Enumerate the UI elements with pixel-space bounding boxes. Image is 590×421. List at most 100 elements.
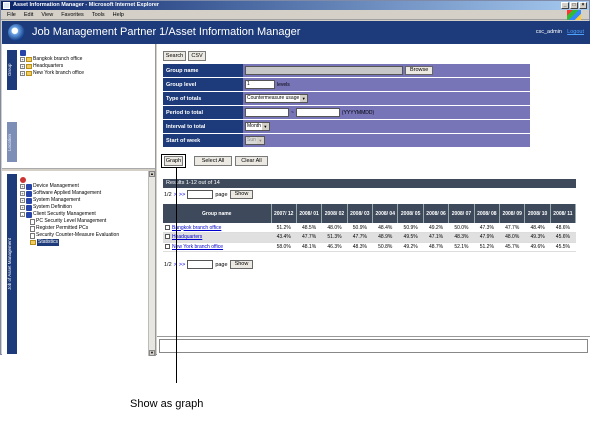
tab-group[interactable]: Group bbox=[7, 50, 17, 90]
period-header: 2008/ 11 bbox=[550, 204, 577, 223]
expand-icon[interactable]: + bbox=[20, 184, 25, 189]
menu-edit[interactable]: Edit bbox=[24, 10, 33, 19]
search-button[interactable]: Search bbox=[163, 51, 186, 61]
tree-item[interactable]: Security Counter-Measure Evaluation bbox=[20, 232, 119, 239]
period-format-hint: (YYYYMMDD) bbox=[341, 109, 375, 116]
tree-item[interactable]: + New York branch office bbox=[20, 70, 84, 77]
tree-label: PC Security Level Management bbox=[36, 218, 107, 224]
expand-icon[interactable]: + bbox=[20, 64, 25, 69]
select-all-button[interactable]: Select All bbox=[194, 156, 232, 166]
graph-button[interactable]: Graph bbox=[164, 156, 183, 166]
windows-logo-icon bbox=[567, 10, 581, 20]
browser-window: Asset Information Manager - Microsoft In… bbox=[0, 0, 590, 356]
expand-icon[interactable]: - bbox=[20, 212, 25, 217]
tree-item[interactable]: + Bangkok branch office bbox=[20, 56, 84, 63]
expand-icon[interactable]: + bbox=[20, 205, 25, 210]
period-label: Period to total bbox=[163, 106, 243, 119]
value-cell: 45.5% bbox=[550, 242, 576, 252]
callout-line bbox=[176, 168, 177, 383]
tab-job-asset-management[interactable]: Job of Asset Management bbox=[7, 174, 17, 354]
value-cell: 45.6% bbox=[550, 232, 576, 243]
value-cell: 51.2% bbox=[271, 223, 297, 233]
expand-icon[interactable]: + bbox=[20, 57, 25, 62]
page-input[interactable] bbox=[187, 260, 214, 269]
menu-favorites[interactable]: Favorites bbox=[61, 10, 84, 19]
interval-select[interactable]: Month bbox=[245, 122, 270, 131]
pager-bottom: 1/2 > >> page Show bbox=[164, 260, 254, 269]
maximize-button[interactable]: □ bbox=[570, 2, 578, 9]
table-row: New York branch office 58.0% 48.1% 46.3% 48.… bbox=[163, 242, 576, 252]
callout-label: Show as graph bbox=[130, 398, 204, 410]
vertical-scrollbar[interactable]: ▲ ▼ bbox=[148, 171, 155, 356]
tree-item[interactable]: + Software Applied Management bbox=[20, 190, 119, 197]
value-cell: 48.4% bbox=[372, 223, 398, 233]
value-cell: 58.0% bbox=[271, 242, 297, 252]
group-link[interactable]: Bangkok branch office bbox=[172, 225, 221, 231]
tree-item[interactable]: Statistics bbox=[20, 239, 119, 246]
period-end-input[interactable] bbox=[295, 108, 340, 117]
value-cell: 52.1% bbox=[448, 242, 475, 252]
page-label: page bbox=[215, 191, 228, 198]
row-checkbox[interactable] bbox=[165, 224, 170, 230]
tab-location[interactable]: Location bbox=[7, 122, 17, 162]
tree-item[interactable]: Register Permitted PCs bbox=[20, 225, 119, 232]
type-of-totals-label: Type of totals bbox=[163, 92, 243, 105]
period-header: 2008/ 02 bbox=[321, 204, 348, 223]
group-name-field bbox=[245, 66, 403, 75]
tree-label: New York branch office bbox=[33, 70, 85, 76]
value-cell: 50.9% bbox=[397, 223, 424, 233]
tree-item[interactable]: + Headquarters bbox=[20, 63, 84, 70]
period-header: 2008/ 05 bbox=[397, 204, 424, 223]
logout-link[interactable]: Logout bbox=[567, 29, 584, 35]
show-button[interactable]: Show bbox=[229, 260, 254, 269]
document-icon bbox=[30, 225, 35, 232]
menu-help[interactable]: Help bbox=[113, 10, 124, 19]
results-summary: Results 1-12 out of 14 bbox=[163, 179, 576, 188]
clear-all-button[interactable]: Clear All bbox=[235, 156, 268, 166]
row-checkbox[interactable] bbox=[165, 234, 170, 240]
csv-button[interactable]: CSV bbox=[188, 51, 206, 61]
value-cell: 51.3% bbox=[321, 232, 348, 243]
tree-item[interactable]: - Client Security Management bbox=[20, 211, 119, 218]
menu-file[interactable]: File bbox=[7, 10, 16, 19]
menu-view[interactable]: View bbox=[41, 10, 53, 19]
scroll-up-arrow[interactable]: ▲ bbox=[149, 171, 155, 177]
tree-item[interactable]: PC Security Level Management bbox=[20, 218, 119, 225]
minimize-button[interactable]: _ bbox=[561, 2, 569, 9]
group-level-input[interactable]: 1 bbox=[245, 80, 275, 89]
page-input[interactable] bbox=[187, 190, 214, 199]
type-of-totals-select[interactable]: Countermeasure usage bbox=[245, 94, 309, 103]
table-row: Headquarters 43.4% 47.7% 51.3% 47.7% 48.9% 49.… bbox=[163, 232, 576, 243]
close-button[interactable]: × bbox=[579, 2, 587, 9]
app-header: Job Management Partner 1/Asset Informati… bbox=[2, 21, 590, 44]
group-name-header: Group name bbox=[163, 204, 272, 223]
tree-item[interactable]: + Device Management bbox=[20, 183, 119, 190]
interval-label: Interval to total bbox=[163, 120, 243, 133]
group-level-label: Group level bbox=[163, 78, 243, 91]
show-button[interactable]: Show bbox=[229, 190, 254, 199]
value-cell: 49.2% bbox=[423, 223, 449, 233]
tree-label: Software Applied Management bbox=[33, 190, 102, 196]
last-page-link[interactable]: >> bbox=[179, 192, 185, 198]
period-header: 2007/ 12 bbox=[271, 204, 297, 223]
period-start-input[interactable] bbox=[245, 108, 289, 117]
tree-label: Bangkok branch office bbox=[33, 56, 83, 62]
search-form: Group name Browse Group level 1 levels T… bbox=[163, 64, 530, 148]
value-cell: 48.0% bbox=[499, 232, 525, 243]
menu-tools[interactable]: Tools bbox=[92, 10, 105, 19]
last-page-link[interactable]: >> bbox=[179, 262, 185, 268]
group-link[interactable]: New York branch office bbox=[172, 244, 223, 250]
tree-item[interactable]: + System Definition bbox=[20, 204, 119, 211]
root-job-icon bbox=[20, 177, 26, 183]
pane-splitter[interactable] bbox=[2, 168, 155, 171]
period-header: 2008/ 06 bbox=[423, 204, 450, 223]
period-header: 2008/ 04 bbox=[372, 204, 399, 223]
scroll-down-arrow[interactable]: ▼ bbox=[149, 350, 155, 356]
browse-button[interactable]: Browse bbox=[405, 66, 434, 75]
row-checkbox[interactable] bbox=[165, 243, 170, 249]
expand-icon[interactable]: + bbox=[20, 71, 25, 76]
value-cell: 48.6% bbox=[550, 223, 576, 233]
tree-item[interactable]: + System Management bbox=[20, 197, 119, 204]
expand-icon[interactable]: + bbox=[20, 198, 25, 203]
expand-icon[interactable]: + bbox=[20, 191, 25, 196]
